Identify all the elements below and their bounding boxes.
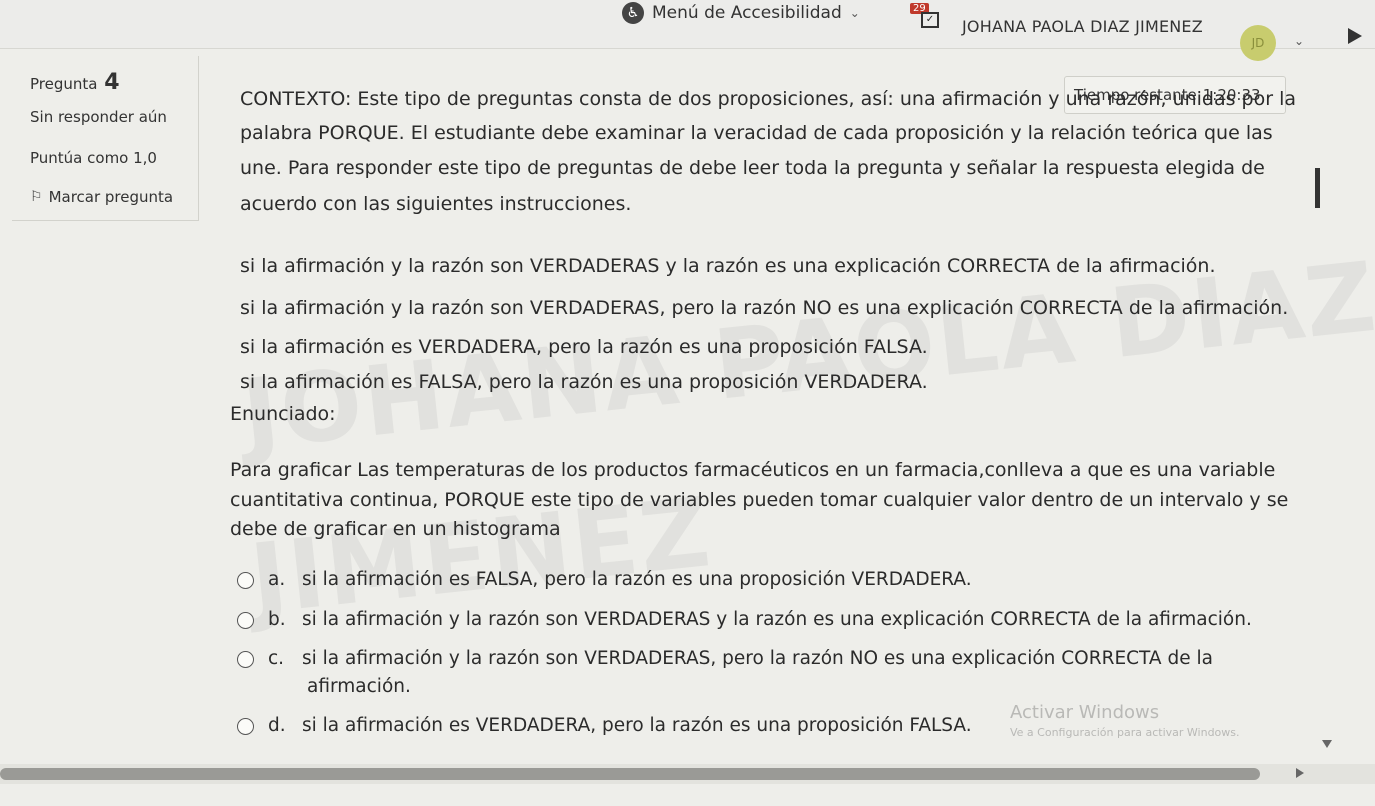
checkbox-icon: ✓ xyxy=(921,12,939,28)
question-status: Sin responder aún xyxy=(30,108,167,126)
enunciado-line: Para graficar Las temperaturas de los pr… xyxy=(230,459,1276,481)
question-label: Pregunta xyxy=(30,75,98,93)
accessibility-menu-label: Menú de Accesibilidad xyxy=(652,3,842,23)
instruction-item: si la afirmación y la razón son VERDADER… xyxy=(240,297,1289,319)
option-a[interactable]: a. si la afirmación es FALSA, pero la ra… xyxy=(237,569,972,590)
enunciado-label: Enunciado: xyxy=(230,403,336,425)
option-letter: b. xyxy=(268,609,286,630)
question-number: Pregunta 4 xyxy=(30,70,120,95)
flag-question-button[interactable]: ⚐ Marcar pregunta xyxy=(30,188,173,206)
chevron-down-icon: ⌄ xyxy=(849,6,860,20)
radio-button[interactable] xyxy=(237,612,254,629)
windows-activation-title: Activar Windows xyxy=(1010,702,1160,723)
accessibility-menu[interactable]: ♿ Menú de Accesibilidad ⌄ xyxy=(622,2,860,24)
context-line: CONTEXTO: Este tipo de preguntas consta … xyxy=(240,88,1296,110)
question-info-box: Pregunta 4 Sin responder aún Puntúa como… xyxy=(12,56,199,221)
navbar-divider xyxy=(0,48,1375,49)
avatar[interactable]: JD xyxy=(1240,25,1276,61)
scroll-right-icon[interactable] xyxy=(1296,768,1304,778)
option-text-continuation: afirmación. xyxy=(307,676,411,697)
user-name[interactable]: JOHANA PAOLA DIAZ JIMENEZ xyxy=(962,17,1203,36)
radio-button[interactable] xyxy=(237,572,254,589)
option-d[interactable]: d. si la afirmación es VERDADERA, pero l… xyxy=(237,715,972,736)
flag-icon: ⚐ xyxy=(30,189,43,205)
enunciado-line: debe de graficar en un histograma xyxy=(230,518,561,540)
side-scroll-marker xyxy=(1315,168,1320,208)
option-b[interactable]: b. si la afirmación y la razón son VERDA… xyxy=(237,609,1252,630)
option-text: si la afirmación y la razón son VERDADER… xyxy=(302,609,1252,630)
radio-button[interactable] xyxy=(237,651,254,668)
instruction-item: si la afirmación es FALSA, pero la razón… xyxy=(240,371,928,393)
context-line: palabra PORQUE. El estudiante debe exami… xyxy=(240,122,1273,144)
option-letter: a. xyxy=(268,569,286,590)
instruction-item: si la afirmación y la razón son VERDADER… xyxy=(240,255,1216,277)
instruction-item: si la afirmación es VERDADERA, pero la r… xyxy=(240,336,928,358)
windows-activation-subtitle: Ve a Configuración para activar Windows. xyxy=(1010,726,1240,739)
scroll-down-icon[interactable] xyxy=(1322,740,1332,748)
context-line: acuerdo con las siguientes instrucciones… xyxy=(240,193,632,215)
option-text: si la afirmación y la razón son VERDADER… xyxy=(302,648,1213,669)
enunciado-line: cuantitativa continua, PORQUE este tipo … xyxy=(230,489,1289,511)
question-number-value: 4 xyxy=(104,70,120,95)
context-line: une. Para responder este tipo de pregunt… xyxy=(240,157,1265,179)
notifications-button[interactable]: 29 ✓ xyxy=(907,3,939,29)
horizontal-scrollbar-thumb[interactable] xyxy=(0,768,1260,780)
option-text: si la afirmación es FALSA, pero la razón… xyxy=(302,569,972,590)
question-grade: Puntúa como 1,0 xyxy=(30,149,157,167)
radio-button[interactable] xyxy=(237,718,254,735)
option-letter: d. xyxy=(268,715,286,736)
option-c[interactable]: c. si la afirmación y la razón son VERDA… xyxy=(237,648,1213,669)
accessibility-icon: ♿ xyxy=(622,2,644,24)
user-menu-chevron-icon[interactable]: ⌄ xyxy=(1294,34,1304,48)
play-icon[interactable] xyxy=(1348,28,1362,44)
option-letter: c. xyxy=(268,648,285,669)
flag-question-label: Marcar pregunta xyxy=(48,188,174,206)
option-text: si la afirmación es VERDADERA, pero la r… xyxy=(302,715,972,736)
